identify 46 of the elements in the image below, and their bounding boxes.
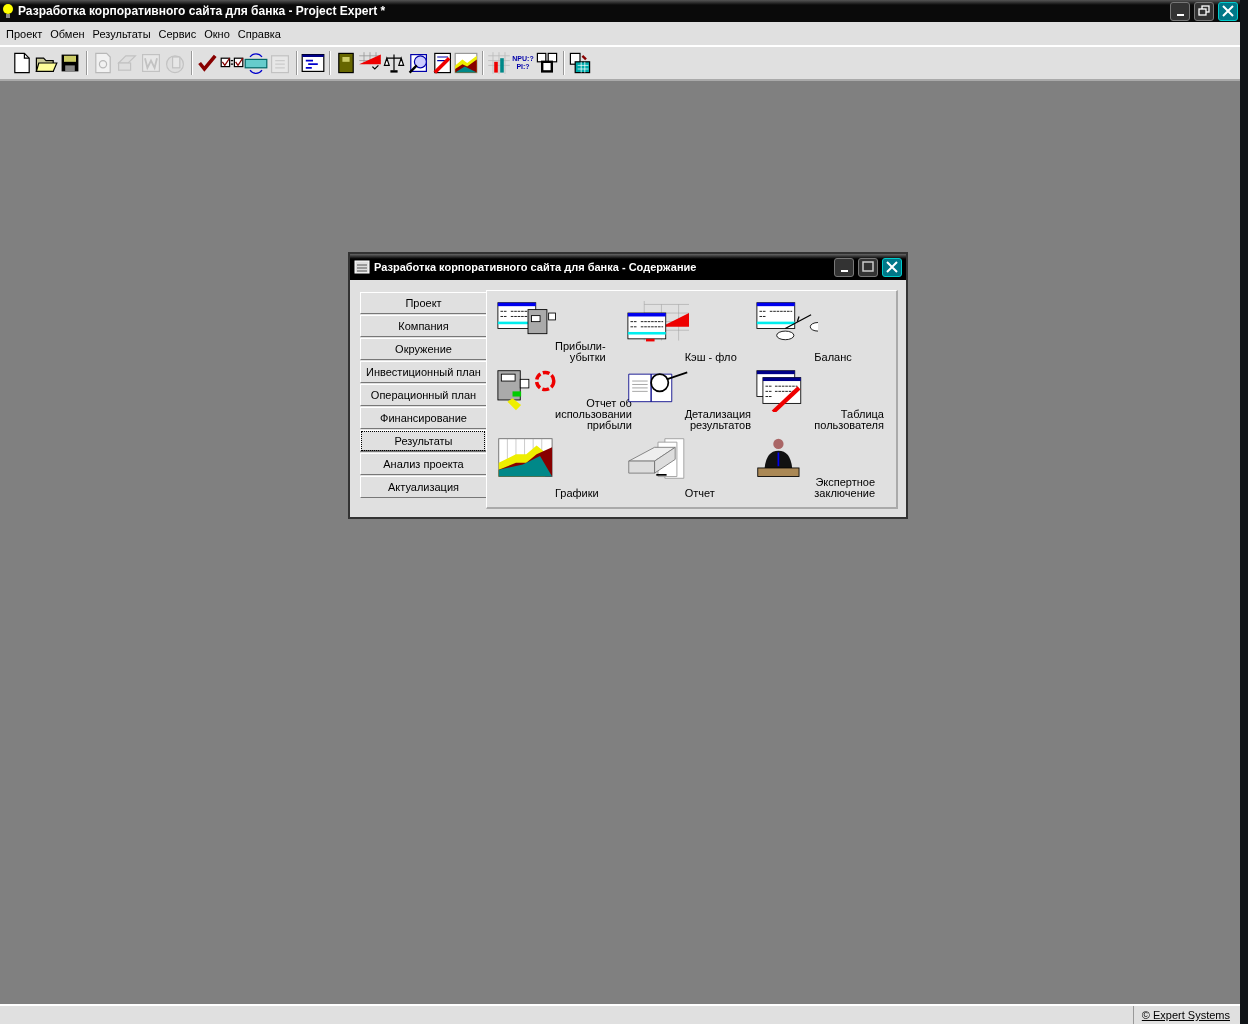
item-label[interactable]: Отчет <box>684 488 715 499</box>
section-tab[interactable]: Инвестиционный план <box>360 361 486 383</box>
section-tab[interactable]: Финансирование <box>360 407 486 429</box>
minimize-button[interactable] <box>1170 1 1190 21</box>
restore-icon <box>1198 5 1210 17</box>
section-tab[interactable]: Результаты <box>360 430 486 452</box>
section-tab[interactable]: Окружение <box>360 338 486 360</box>
section-tab[interactable]: Актуализация <box>360 476 486 498</box>
menu-item[interactable]: Справка <box>233 27 285 40</box>
section-tab[interactable]: Операционный план <box>360 384 486 406</box>
maximize-icon <box>862 261 874 273</box>
restore-button[interactable] <box>1194 1 1214 21</box>
copyright-link[interactable]: © Expert Systems <box>1132 1006 1240 1024</box>
menu-item[interactable]: Проект <box>2 27 47 40</box>
close-icon <box>1222 5 1234 17</box>
item-label[interactable]: Графики <box>555 488 599 499</box>
export-table-icon[interactable] <box>568 51 592 75</box>
section-tab[interactable]: Компания <box>360 315 486 337</box>
close-button[interactable] <box>1218 1 1238 21</box>
area-chart-icon[interactable] <box>454 51 478 75</box>
item-label[interactable]: Детализация результатов <box>684 409 752 431</box>
exchange-arrows-icon[interactable] <box>244 51 268 75</box>
menu-item[interactable]: Обмен <box>46 27 89 40</box>
section-tab[interactable]: Проект <box>360 292 486 314</box>
menu-item[interactable]: Результаты <box>88 27 155 40</box>
minimize-button[interactable] <box>834 257 854 277</box>
item-label[interactable]: Кэш - фло <box>684 352 737 363</box>
window-list-icon <box>354 260 370 274</box>
maximize-button[interactable] <box>858 257 878 277</box>
dialog-title: Разработка корпоративного сайта для банка - Содержание <box>374 261 698 273</box>
close-button[interactable] <box>882 257 902 277</box>
item-label[interactable]: Прибыли- убытки <box>555 341 606 363</box>
bar-chart-icon[interactable] <box>487 51 511 75</box>
section-tab[interactable]: Анализ проекта <box>360 453 486 475</box>
lightbulb-icon <box>2 3 14 19</box>
item-label[interactable]: Таблица пользователя <box>814 409 884 431</box>
item-label[interactable]: Баланс <box>814 352 852 363</box>
window-title: Разработка корпоративного сайта для банка - Project Expert * <box>18 4 387 18</box>
menu-item[interactable]: Окно <box>200 27 234 40</box>
menu-item[interactable]: Сервис <box>154 27 201 40</box>
minimize-icon <box>840 270 848 272</box>
list-window-icon[interactable] <box>301 51 325 75</box>
close-icon <box>886 261 898 273</box>
minimize-icon <box>1176 14 1184 16</box>
item-label[interactable]: Экспертное заключение <box>814 477 876 499</box>
table-with-area-chart-icon[interactable] <box>626 301 689 344</box>
